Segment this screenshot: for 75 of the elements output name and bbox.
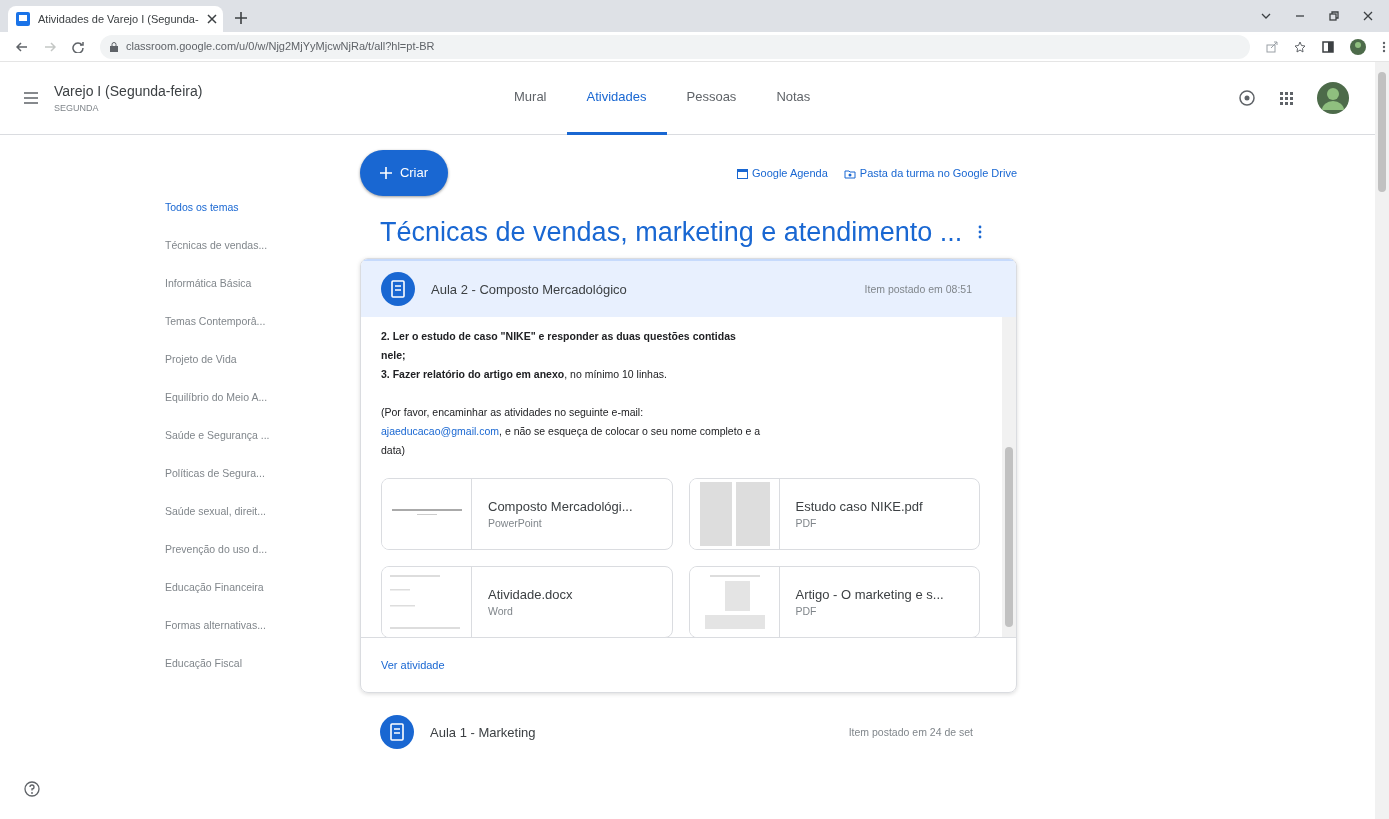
address-field[interactable]: classroom.google.com/u/0/w/Njg2MjYyMjcwNjRa/t/all?hl=pt-BR (100, 34, 1250, 59)
settings-icon[interactable] (1238, 89, 1256, 107)
assignment-icon (380, 715, 414, 750)
topic-link[interactable]: Todos os temas (165, 200, 360, 238)
reload-icon[interactable] (72, 40, 84, 53)
view-activity-link[interactable]: Ver atividade (381, 657, 445, 674)
avatar-icon[interactable] (1350, 38, 1366, 55)
post-time: Item postado em 08:51 (864, 281, 972, 297)
section-title: Técnicas de vendas, marketing e atendimento ... (380, 216, 963, 249)
attachment-type: PowerPoint (488, 516, 543, 532)
nav-tab[interactable]: Pessoas (666, 61, 757, 135)
class-subtitle: SEGUNDA (54, 101, 100, 115)
class-title[interactable]: Varejo I (Segunda-feira) (54, 80, 494, 102)
scrollbar[interactable] (1002, 317, 1016, 638)
close-icon[interactable] (1363, 11, 1373, 21)
page-scrollbar[interactable] (1375, 62, 1389, 819)
header-link[interactable]: Google Agenda (737, 164, 828, 182)
topic-link[interactable]: Formas alternativas... (165, 618, 360, 656)
attachment-type: PDF (795, 516, 818, 532)
topic-link[interactable]: Equilíbrio do Meio A... (165, 390, 360, 428)
apps-grid-icon[interactable] (1280, 91, 1293, 105)
description-line: 2. Ler o estudo de caso "NIKE" e responder as duas questões contidas nele; (381, 329, 737, 364)
post-header[interactable]: Aula 2 - Composto Mercadológico Item postado em 08:51 (361, 259, 1016, 318)
topic-link[interactable]: Técnicas de vendas... (165, 238, 360, 276)
calendar-icon (737, 167, 748, 179)
post-time: Item postado em 24 de set (848, 724, 973, 740)
topic-link[interactable]: Educação Financeira (165, 580, 360, 618)
description-line: 3. Fazer relatório do artigo em anexo, no mínimo 10 linhas. (381, 367, 668, 383)
attachment-card[interactable]: Artigo - O marketing e s... PDF (688, 566, 980, 639)
attachment-card[interactable]: Atividade.docx Word (381, 566, 673, 639)
topic-link[interactable]: Saúde e Segurança ... (165, 428, 360, 466)
note-paragraph: (Por favor, encaminhar as atividades no seguinte e-mail: ajaeducacao@gmail.com, e não se esqueça de colocar o seu nome completo e a data) (381, 405, 761, 459)
browser-tab[interactable]: Atividades de Varejo I (Segunda- (8, 6, 223, 32)
topic-link[interactable]: Projeto de Vida (165, 352, 360, 390)
post-title: Aula 1 - Marketing (430, 723, 536, 742)
topic-link[interactable]: Temas Contemporâ... (165, 314, 360, 352)
attachment-name: Composto Mercadológi... (488, 497, 633, 516)
plus-icon (379, 167, 392, 179)
topic-link[interactable]: Saúde sexual, direit... (165, 504, 360, 542)
topic-link[interactable]: Educação Fiscal (165, 656, 360, 694)
attachment-name: Estudo caso NIKE.pdf (795, 497, 923, 516)
url-text: classroom.google.com/u/0/w/Njg2MjYyMjcwNjRa/t/all?hl=pt-BR (126, 39, 435, 55)
folder-icon (843, 167, 856, 179)
assignment-icon (381, 272, 415, 307)
header-link[interactable]: Pasta da turma no Google Drive (843, 164, 1017, 182)
nav-tab[interactable]: Atividades (566, 61, 667, 135)
post-title: Aula 2 - Composto Mercadológico (431, 280, 627, 299)
attachment-name: Atividade.docx (488, 585, 573, 604)
topic-link[interactable]: Informática Básica (165, 276, 360, 314)
more-icon[interactable] (978, 225, 983, 240)
tab-title: Atividades de Varejo I (Segunda- (38, 11, 199, 27)
more-icon[interactable] (1382, 40, 1386, 53)
star-icon[interactable] (1294, 40, 1306, 53)
classroom-favicon-icon (16, 12, 30, 26)
attachment-type: PDF (795, 604, 818, 620)
share-icon[interactable] (1266, 40, 1278, 53)
nav-tab[interactable]: Mural (494, 61, 567, 135)
nav-tab[interactable]: Notas (756, 61, 831, 135)
side-panel-icon[interactable] (1322, 40, 1334, 53)
help-icon[interactable] (24, 781, 40, 797)
chevron-down-icon[interactable] (1261, 11, 1271, 21)
attachment-card[interactable]: Estudo caso NIKE.pdf PDF (688, 478, 980, 551)
topic-link[interactable]: Prevenção do uso d... (165, 542, 360, 580)
back-arrow-icon[interactable] (16, 40, 28, 53)
attachment-type: Word (488, 604, 514, 620)
create-button[interactable]: Criar (360, 150, 448, 196)
restore-icon[interactable] (1329, 11, 1339, 21)
attachment-name: Artigo - O marketing e s... (795, 585, 944, 604)
new-tab-icon[interactable] (235, 12, 247, 24)
avatar-icon[interactable] (1317, 82, 1349, 114)
lock-icon (110, 41, 118, 52)
menu-icon[interactable] (24, 92, 38, 104)
topic-link[interactable]: Políticas de Segura... (165, 466, 360, 504)
close-icon[interactable] (206, 14, 217, 24)
attachment-card[interactable]: Composto Mercadológi... PowerPoint (381, 478, 673, 551)
